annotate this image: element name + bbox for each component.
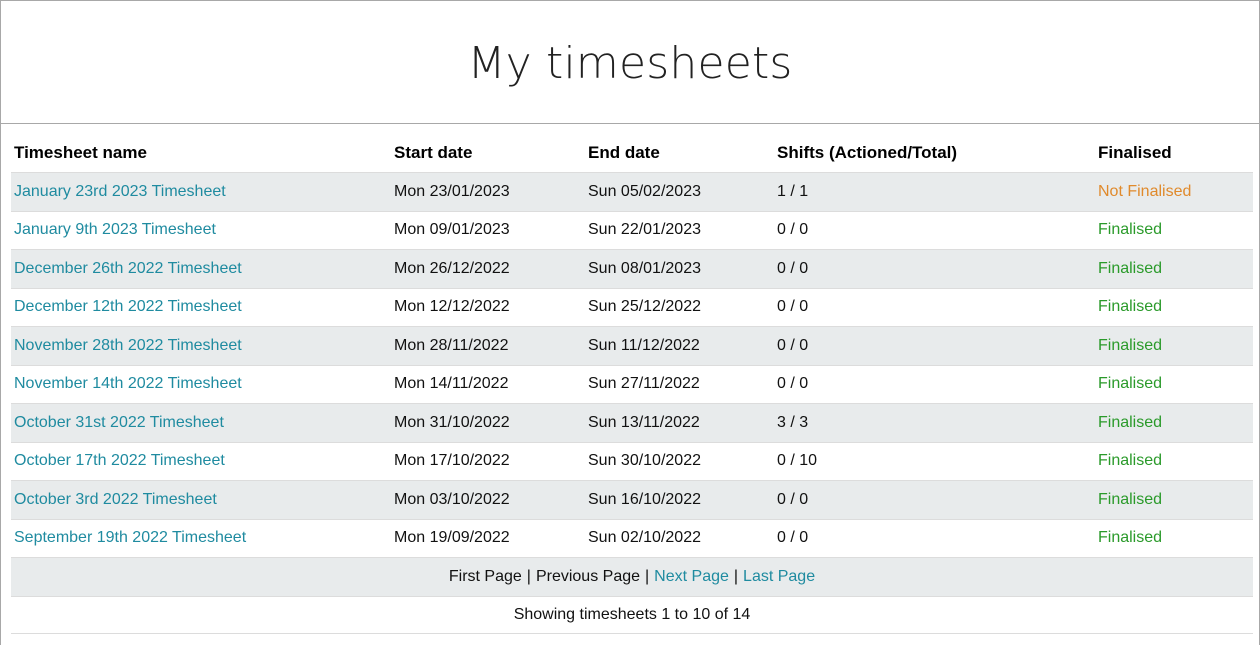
table-row: October 3rd 2022 Timesheet Mon 03/10/2022…	[11, 480, 1253, 519]
timesheet-name-link[interactable]: November 28th 2022 Timesheet	[11, 337, 391, 355]
end-date-cell: Sun 22/01/2023	[588, 221, 701, 239]
next-page-link[interactable]: Next Page	[654, 568, 729, 586]
start-date-cell: Mon 19/09/2022	[394, 529, 510, 547]
end-date-cell: Sun 25/12/2022	[588, 298, 701, 316]
table-body: January 23rd 2023 Timesheet Mon 23/01/202…	[11, 172, 1253, 557]
finalised-status: Finalised	[1098, 529, 1163, 547]
shifts-cell: 0 / 0	[777, 221, 809, 239]
table-row: December 26th 2022 Timesheet Mon 26/12/20…	[11, 249, 1253, 288]
finalised-status: Not Finalised	[1098, 182, 1192, 200]
last-page-link[interactable]: Last Page	[743, 568, 815, 586]
timesheets-table: Timesheet name Start date End date Shift…	[11, 134, 1253, 634]
end-date-cell: Sun 16/10/2022	[588, 490, 701, 508]
timesheet-name-link[interactable]: October 3rd 2022 Timesheet	[11, 491, 391, 509]
timesheet-name-link[interactable]: October 17th 2022 Timesheet	[11, 452, 391, 470]
first-page-label: First Page	[448, 567, 522, 585]
finalised-status: Finalised	[1098, 259, 1163, 277]
table-header-row: Timesheet name Start date End date Shift…	[11, 134, 1253, 172]
shifts-cell: 1 / 1	[777, 182, 809, 200]
timesheet-name-link[interactable]: September 19th 2022 Timesheet	[11, 529, 391, 547]
shifts-cell: 0 / 0	[777, 529, 809, 547]
shifts-cell: 0 / 10	[777, 452, 818, 470]
timesheet-name-link[interactable]: December 26th 2022 Timesheet	[11, 260, 391, 278]
page-title: My timesheets	[467, 38, 793, 89]
pagination: First Page | Previous Page | Next Page |…	[11, 557, 1253, 596]
column-header-start-date: Start date	[394, 143, 473, 162]
shifts-cell: 0 / 0	[777, 375, 809, 393]
timesheet-name-link[interactable]: January 9th 2023 Timesheet	[11, 221, 391, 239]
start-date-cell: Mon 14/11/2022	[394, 375, 509, 393]
column-header-shifts: Shifts (Actioned/Total)	[777, 143, 958, 162]
finalised-status: Finalised	[1098, 336, 1163, 354]
shifts-cell: 0 / 0	[777, 259, 809, 277]
finalised-status: Finalised	[1098, 221, 1163, 239]
start-date-cell: Mon 09/01/2023	[394, 221, 510, 239]
table-row: October 31st 2022 Timesheet Mon 31/10/202…	[11, 403, 1253, 442]
start-date-cell: Mon 28/11/2022	[394, 336, 509, 354]
end-date-cell: Sun 02/10/2022	[588, 529, 701, 547]
pagination-separator: |	[526, 567, 531, 585]
finalised-status: Finalised	[1098, 375, 1163, 393]
pagination-separator: |	[645, 567, 650, 585]
start-date-cell: Mon 12/12/2022	[394, 298, 510, 316]
table-row: December 12th 2022 Timesheet Mon 12/12/20…	[11, 287, 1253, 327]
end-date-cell: Sun 13/11/2022	[588, 413, 700, 431]
start-date-cell: Mon 17/10/2022	[394, 452, 510, 470]
table-row: November 14th 2022 Timesheet Mon 14/11/20…	[11, 364, 1253, 404]
finalised-status: Finalised	[1098, 490, 1163, 508]
table-row: January 23rd 2023 Timesheet Mon 23/01/202…	[11, 172, 1253, 211]
previous-page-label: Previous Page	[535, 567, 641, 585]
timesheet-name-link[interactable]: January 23rd 2023 Timesheet	[11, 183, 391, 201]
shifts-cell: 3 / 3	[777, 413, 809, 431]
pagination-separator: |	[733, 567, 739, 585]
table-row: October 17th 2022 Timesheet Mon 17/10/202…	[11, 441, 1253, 481]
start-date-cell: Mon 03/10/2022	[394, 490, 510, 508]
table-row: September 19th 2022 Timesheet Mon 19/09/2…	[11, 518, 1253, 558]
finalised-status: Finalised	[1098, 413, 1163, 431]
column-header-finalised: Finalised	[1098, 143, 1172, 162]
finalised-status: Finalised	[1098, 298, 1163, 316]
column-header-end-date: End date	[588, 143, 660, 162]
shifts-cell: 0 / 0	[777, 490, 809, 508]
shifts-cell: 0 / 0	[777, 336, 809, 354]
page-header: My timesheets	[0, 0, 1260, 124]
start-date-cell: Mon 23/01/2023	[394, 182, 510, 200]
table-row: January 9th 2023 Timesheet Mon 09/01/2023…	[11, 210, 1253, 250]
end-date-cell: Sun 08/01/2023	[588, 259, 701, 277]
finalised-status: Finalised	[1098, 452, 1163, 470]
column-header-name: Timesheet name	[14, 143, 147, 162]
timesheet-name-link[interactable]: October 31st 2022 Timesheet	[11, 414, 391, 432]
end-date-cell: Sun 11/12/2022	[588, 336, 700, 354]
end-date-cell: Sun 27/11/2022	[588, 375, 700, 393]
end-date-cell: Sun 30/10/2022	[588, 452, 701, 470]
end-date-cell: Sun 05/02/2023	[588, 182, 701, 200]
shifts-cell: 0 / 0	[777, 298, 809, 316]
start-date-cell: Mon 31/10/2022	[394, 413, 510, 431]
results-summary: Showing timesheets 1 to 10 of 14	[11, 595, 1253, 634]
timesheet-name-link[interactable]: November 14th 2022 Timesheet	[11, 375, 391, 393]
table-row: November 28th 2022 Timesheet Mon 28/11/20…	[11, 326, 1253, 365]
timesheet-name-link[interactable]: December 12th 2022 Timesheet	[11, 298, 391, 316]
start-date-cell: Mon 26/12/2022	[394, 259, 510, 277]
